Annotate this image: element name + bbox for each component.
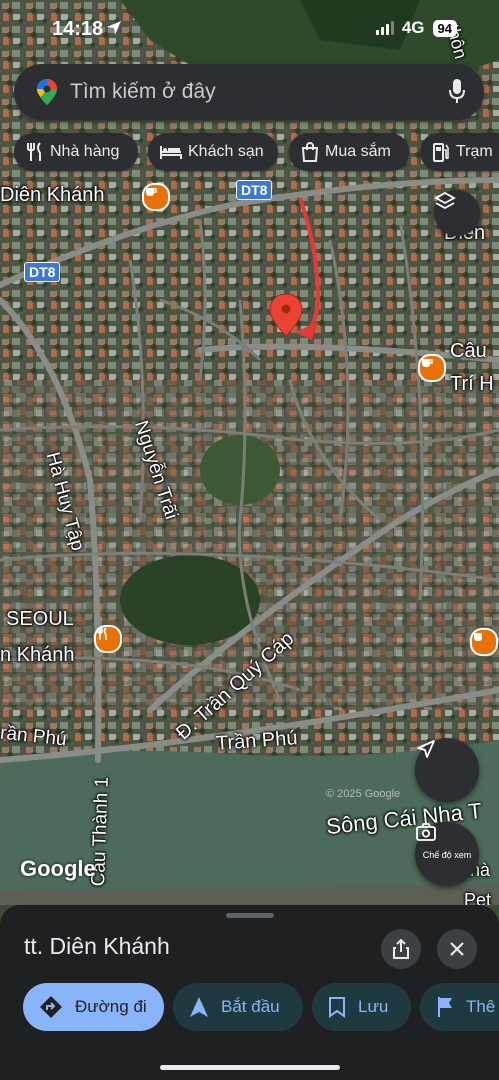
view-mode-label: Chế độ xem: [422, 850, 472, 860]
navigation-arrow-icon: [417, 740, 435, 758]
flag-icon: [436, 996, 454, 1018]
chip-shopping[interactable]: Mua sắm: [289, 133, 409, 171]
road-badge-dt8: DT8: [236, 180, 273, 200]
cafe-poi-icon[interactable]: [142, 183, 170, 211]
map-label-dien-khanh: Diên Khánh: [0, 184, 105, 206]
location-arrow-icon: [107, 21, 121, 35]
directions-icon: [39, 995, 63, 1019]
battery-level: 94: [432, 19, 457, 37]
camera-icon: [416, 823, 436, 841]
chip-gas-stations[interactable]: Trạm: [420, 133, 499, 171]
google-maps-pin-icon: [37, 79, 57, 105]
microphone-icon[interactable]: [448, 78, 466, 104]
action-label: Đường đi: [75, 997, 147, 1016]
start-button[interactable]: Bắt đầu: [173, 983, 303, 1031]
chip-label: Trạm: [456, 143, 493, 160]
close-button[interactable]: [437, 929, 477, 969]
share-icon: [393, 939, 409, 959]
flag-button[interactable]: Thê: [420, 983, 499, 1031]
action-label: Lưu: [358, 997, 389, 1016]
search-bar[interactable]: Tìm kiếm ở đây: [14, 64, 484, 120]
map-label-seoul: SEOUL: [6, 608, 74, 630]
chip-label: Khách sạn: [188, 143, 264, 160]
chip-label: Nhà hàng: [50, 143, 120, 160]
layers-button[interactable]: [434, 190, 480, 236]
status-bar: 14:18 4G 94: [0, 0, 499, 58]
navigation-icon: [189, 996, 209, 1018]
map-label-cau: Câu: [450, 340, 487, 362]
sheet-drag-handle[interactable]: [226, 913, 274, 918]
road-badge-dt8-west: DT8: [24, 262, 61, 282]
close-icon: [450, 942, 464, 956]
my-location-button[interactable]: [415, 738, 479, 802]
map-label-pet: Pet: [464, 890, 492, 905]
street-view-button[interactable]: Chế độ xem: [415, 822, 479, 886]
cafe-poi-icon[interactable]: [470, 628, 498, 656]
chip-label: Mua sắm: [325, 143, 391, 160]
restaurant-icon: [26, 142, 44, 162]
cafe-poi-icon[interactable]: [418, 354, 446, 382]
directions-button[interactable]: Đường đi: [23, 983, 164, 1031]
place-title: tt. Diên Khánh: [24, 933, 170, 959]
gas-station-icon: [432, 142, 450, 162]
network-type: 4G: [401, 18, 425, 37]
google-logo: Google: [20, 856, 96, 881]
map-label-tri: Trí H: [450, 373, 494, 395]
chip-restaurants[interactable]: Nhà hàng: [14, 133, 138, 171]
search-input[interactable]: Tìm kiếm ở đây: [70, 80, 216, 104]
hotel-icon: [160, 144, 182, 160]
status-time: 14:18: [52, 18, 104, 40]
layers-icon: [434, 191, 456, 210]
map-label-n-khanh: n Khánh: [0, 644, 75, 666]
map-watermark: © 2025 Google: [326, 788, 401, 800]
action-label: Bắt đầu: [221, 997, 280, 1016]
bookmark-icon: [328, 996, 346, 1018]
chip-hotels[interactable]: Khách sạn: [148, 133, 278, 171]
shopping-icon: [301, 142, 319, 162]
share-button[interactable]: [381, 929, 421, 969]
restaurant-poi-icon[interactable]: [94, 625, 122, 653]
action-label: Thê: [466, 997, 496, 1016]
place-sheet[interactable]: tt. Diên Khánh Đường đi Bắt đầu Lưu Thê: [0, 905, 499, 1080]
home-indicator[interactable]: [160, 1065, 340, 1070]
signal-icon: [375, 21, 394, 35]
category-chips: Nhà hàng Khách sạn Mua sắm Trạm: [14, 133, 499, 173]
save-button[interactable]: Lưu: [312, 983, 411, 1031]
